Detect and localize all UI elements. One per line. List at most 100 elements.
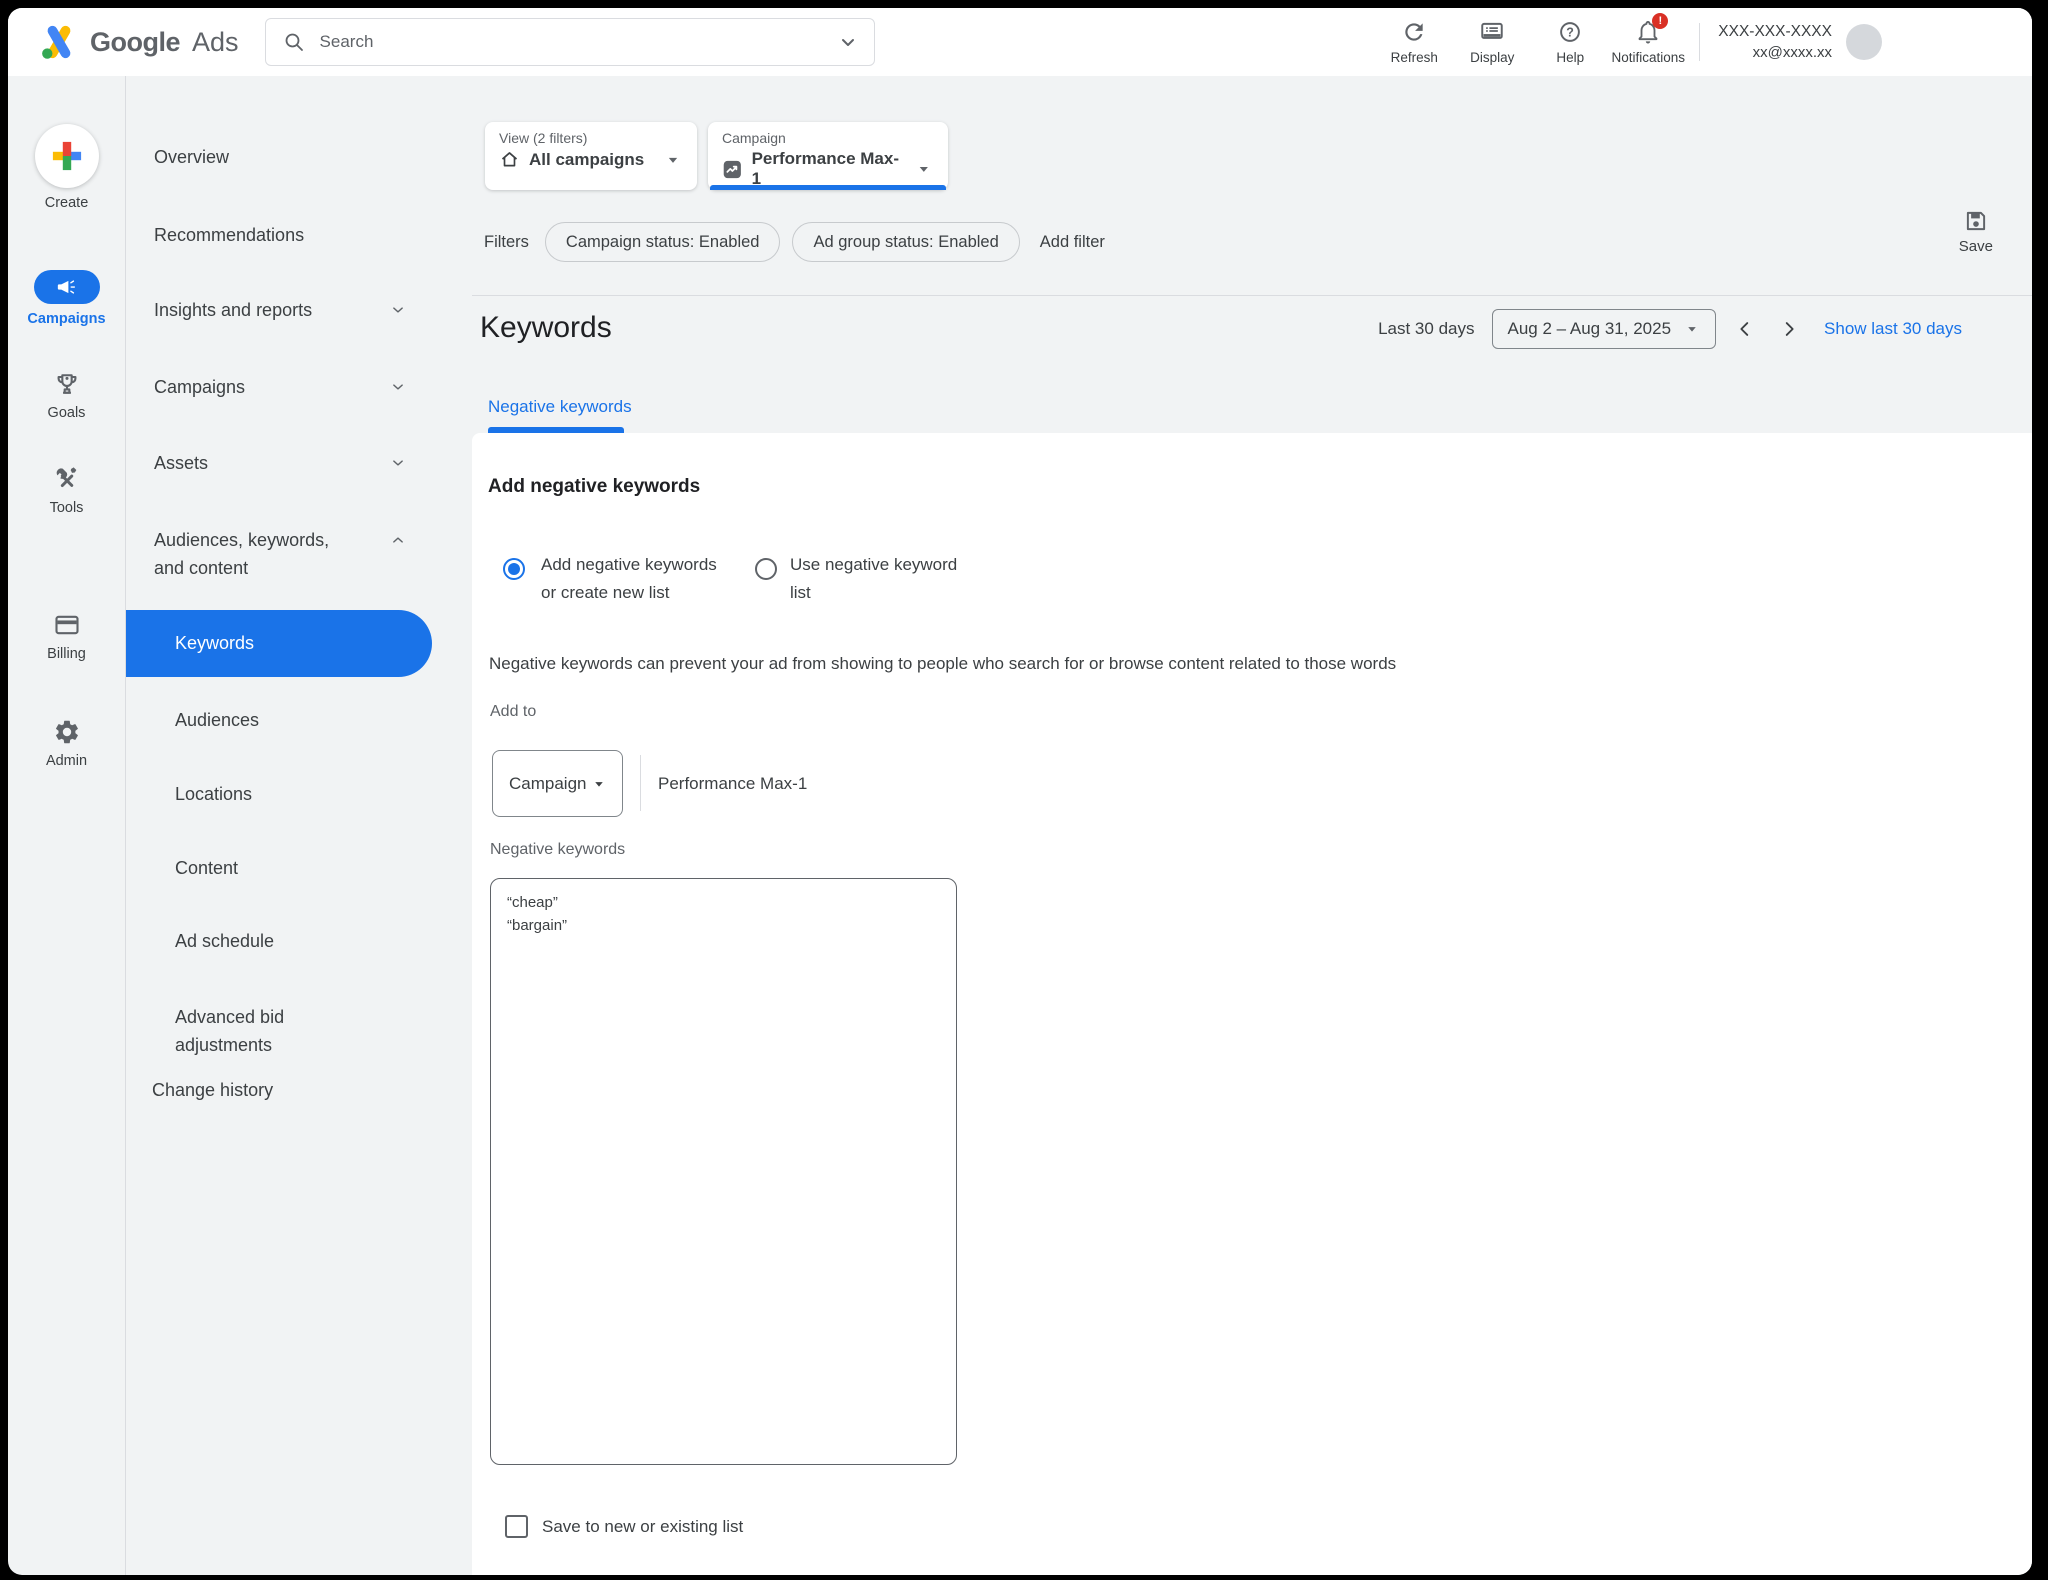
save-button[interactable]: Save xyxy=(1959,208,1993,255)
nav-item-content[interactable]: Content xyxy=(126,854,455,882)
notifications-label: Notifications xyxy=(1612,50,1686,65)
account-email: xx@xxxx.xx xyxy=(1718,42,1832,63)
create-plus-icon xyxy=(49,138,85,174)
radio-use-label[interactable]: Use negative keyword list xyxy=(790,551,957,607)
topbar-divider xyxy=(1699,23,1700,61)
rail-item-admin[interactable]: Admin xyxy=(8,718,125,769)
account-id: XXX-XXX-XXXX xyxy=(1718,21,1832,42)
chevron-down-icon[interactable] xyxy=(389,454,407,472)
chevron-up-icon[interactable] xyxy=(389,531,407,549)
nav-item-recommendations[interactable]: Recommendations xyxy=(126,221,455,249)
date-range-picker[interactable]: Aug 2 – Aug 31, 2025 xyxy=(1492,309,1716,349)
filters-row: Filters Campaign status: Enabled Ad grou… xyxy=(484,222,1105,262)
filter-chip-campaign-status[interactable]: Campaign status: Enabled xyxy=(545,222,781,262)
performance-max-icon xyxy=(722,159,743,180)
megaphone-icon xyxy=(56,276,78,298)
negative-keywords-textarea[interactable]: “cheap” “bargain” xyxy=(490,878,957,1465)
view-selector-value: All campaigns xyxy=(529,150,644,170)
page-title: Keywords xyxy=(480,311,612,345)
nav-item-change-history[interactable]: Change history xyxy=(126,1076,455,1104)
chevron-right-icon xyxy=(1778,318,1800,340)
date-range-value: Aug 2 – Aug 31, 2025 xyxy=(1507,319,1671,339)
search-icon xyxy=(282,30,306,54)
create-label: Create xyxy=(45,195,89,211)
previous-period-button[interactable] xyxy=(1730,314,1760,344)
selected-campaign-name: Performance Max-1 xyxy=(658,750,807,817)
negative-keywords-description: Negative keywords can prevent your ad fr… xyxy=(489,654,1396,674)
display-icon xyxy=(1479,19,1505,45)
campaign-selector-value: Performance Max-1 xyxy=(752,149,906,189)
nav-item-advanced-bid-adjustments[interactable]: Advanced bid adjustments xyxy=(126,1003,455,1059)
campaigns-pill[interactable] xyxy=(34,270,100,304)
chevron-left-icon xyxy=(1734,318,1756,340)
home-icon xyxy=(499,149,520,170)
nav-item-audiences[interactable]: Audiences xyxy=(126,706,455,734)
filter-chip-ad-group-status[interactable]: Ad group status: Enabled xyxy=(792,222,1019,262)
date-range-row: Last 30 days Aug 2 – Aug 31, 2025 Show l… xyxy=(1378,309,1962,349)
add-filter-button[interactable]: Add filter xyxy=(1040,233,1105,252)
negative-keywords-field-label: Negative keywords xyxy=(490,841,625,859)
section-divider xyxy=(472,295,2032,296)
search-box[interactable]: Search xyxy=(265,18,875,66)
notifications-button[interactable]: ! Notifications xyxy=(1609,19,1687,65)
nav-item-keywords-selected[interactable]: Keywords xyxy=(126,610,432,677)
keywords-pill-label: Keywords xyxy=(126,633,254,654)
show-last-30-days-link[interactable]: Show last 30 days xyxy=(1824,319,1962,339)
vertical-divider xyxy=(640,755,641,811)
date-preset-label: Last 30 days xyxy=(1378,319,1474,339)
level-select[interactable]: Campaign xyxy=(492,750,623,817)
rail-goals-label: Goals xyxy=(48,405,86,421)
refresh-button[interactable]: Refresh xyxy=(1375,19,1453,65)
filters-label: Filters xyxy=(484,233,529,252)
nav-item-locations[interactable]: Locations xyxy=(126,780,455,808)
panel-heading: Add negative keywords xyxy=(488,476,700,498)
rail-campaigns-label: Campaigns xyxy=(27,311,105,327)
create-button[interactable]: Create xyxy=(8,124,125,211)
refresh-label: Refresh xyxy=(1391,50,1438,65)
rail-item-tools[interactable]: Tools xyxy=(8,465,125,516)
rail-item-goals[interactable]: Goals xyxy=(8,370,125,421)
notification-badge: ! xyxy=(1652,13,1668,29)
radio-add-negative-keywords[interactable] xyxy=(503,558,525,580)
tab-negative-keywords[interactable]: Negative keywords xyxy=(488,397,632,417)
selected-indicator xyxy=(710,185,946,190)
campaign-selector[interactable]: Campaign Performance Max-1 xyxy=(708,122,948,190)
view-selector[interactable]: View (2 filters) All campaigns xyxy=(485,122,697,190)
create-circle[interactable] xyxy=(35,124,99,188)
rail-admin-label: Admin xyxy=(46,753,87,769)
rail-item-campaigns[interactable]: Campaigns xyxy=(8,270,125,327)
avatar[interactable] xyxy=(1846,24,1882,60)
save-icon xyxy=(1963,208,1989,234)
level-select-value: Campaign xyxy=(509,774,587,794)
rail-tools-label: Tools xyxy=(50,500,84,516)
caret-down-icon xyxy=(663,150,683,170)
save-to-list-label[interactable]: Save to new or existing list xyxy=(542,1515,743,1538)
save-to-list-checkbox[interactable] xyxy=(505,1515,528,1538)
chevron-down-icon[interactable] xyxy=(836,30,860,54)
trophy-icon xyxy=(53,370,81,398)
rail-billing-label: Billing xyxy=(47,646,86,662)
help-label: Help xyxy=(1556,50,1584,65)
negative-keywords-panel: Add negative keywords Add negative keywo… xyxy=(472,433,2032,1575)
help-button[interactable]: ? Help xyxy=(1531,19,1609,65)
tools-icon xyxy=(53,465,81,493)
nav-item-ad-schedule[interactable]: Ad schedule xyxy=(126,927,455,955)
brand-ads: Ads xyxy=(192,27,239,58)
view-selector-label: View (2 filters) xyxy=(499,130,683,146)
radio-use-negative-keyword-list[interactable] xyxy=(755,558,777,580)
add-to-label: Add to xyxy=(490,703,536,721)
radio-add-label[interactable]: Add negative keywords or create new list xyxy=(541,551,717,607)
google-ads-logo-icon xyxy=(38,21,80,63)
secondary-nav: Overview Recommendations Insights and re… xyxy=(125,76,455,1575)
next-period-button[interactable] xyxy=(1774,314,1804,344)
caret-down-icon xyxy=(590,775,608,793)
svg-text:?: ? xyxy=(1566,26,1574,40)
search-input[interactable]: Search xyxy=(320,32,836,52)
nav-item-overview[interactable]: Overview xyxy=(126,143,455,171)
rail-item-billing[interactable]: Billing xyxy=(8,611,125,662)
chevron-down-icon[interactable] xyxy=(389,301,407,319)
topbar: GoogleAds Search Refresh xyxy=(8,8,2032,76)
caret-down-icon xyxy=(914,159,934,179)
display-button[interactable]: Display xyxy=(1453,19,1531,65)
chevron-down-icon[interactable] xyxy=(389,378,407,396)
